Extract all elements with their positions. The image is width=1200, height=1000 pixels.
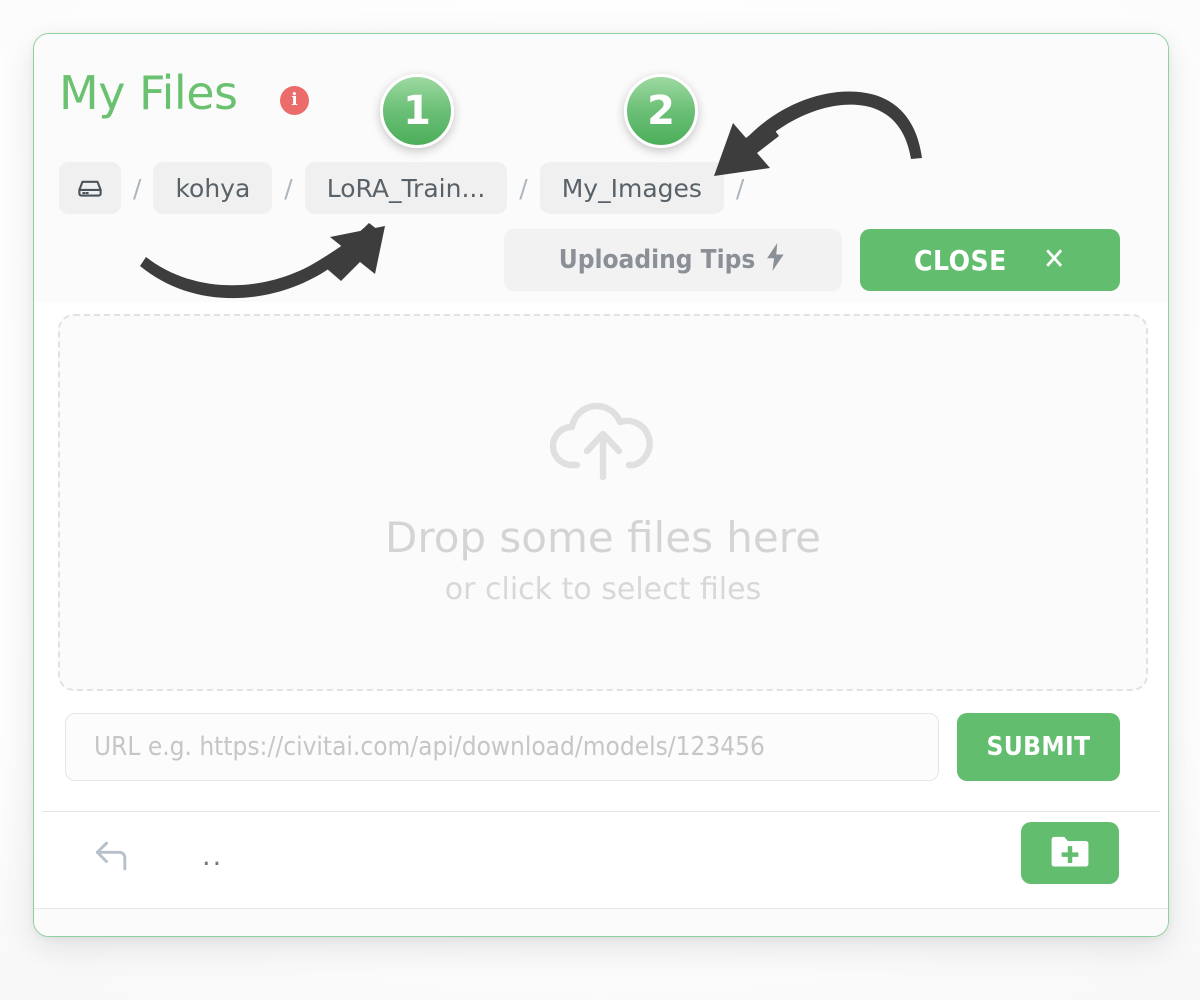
dropzone-secondary-text: or click to select files — [444, 571, 762, 607]
breadcrumb-item-kohya[interactable]: kohya — [153, 162, 273, 214]
uploading-tips-label: Uploading Tips — [558, 245, 756, 275]
close-button-label: CLOSE — [914, 243, 1007, 277]
file-list: .. — [34, 812, 1168, 908]
back-arrow-icon[interactable] — [90, 834, 134, 878]
uploading-tips-button[interactable]: Uploading Tips — [504, 229, 842, 291]
lightning-bolt-icon — [765, 242, 787, 278]
breadcrumb-separator: / — [519, 173, 528, 203]
new-folder-button[interactable] — [1021, 822, 1119, 884]
submit-button[interactable]: SUBMIT — [957, 713, 1120, 781]
breadcrumb-item-lora-train[interactable]: LoRA_Train... — [304, 162, 508, 214]
info-icon[interactable]: i — [280, 86, 309, 115]
breadcrumb-item-my-images[interactable]: My_Images — [539, 162, 724, 214]
breadcrumb-separator: / — [133, 173, 142, 203]
breadcrumb-separator-trailing: / — [735, 173, 745, 203]
close-x-icon: ✕ — [1042, 242, 1066, 277]
dialog-header: My Files i / kohya / LoRA_Train... / My_… — [34, 34, 1168, 302]
url-input[interactable] — [65, 713, 939, 781]
my-files-dialog: My Files i / kohya / LoRA_Train... / My_… — [33, 33, 1169, 937]
dropzone-primary-text: Drop some files here — [385, 512, 821, 562]
breadcrumb-root-drive[interactable] — [59, 162, 121, 214]
breadcrumb: / kohya / LoRA_Train... / My_Images / — [59, 162, 756, 214]
page-title: My Files — [59, 66, 238, 120]
list-item-parent-directory[interactable]: .. — [202, 838, 223, 876]
bottom-strip — [34, 909, 1168, 936]
folder-plus-icon — [1049, 834, 1091, 873]
file-dropzone[interactable]: Drop some files here or click to select … — [58, 314, 1148, 691]
breadcrumb-separator: / — [284, 173, 293, 203]
close-button[interactable]: CLOSE ✕ — [860, 229, 1120, 291]
hard-drive-icon — [75, 173, 105, 203]
cloud-upload-icon — [547, 401, 659, 491]
